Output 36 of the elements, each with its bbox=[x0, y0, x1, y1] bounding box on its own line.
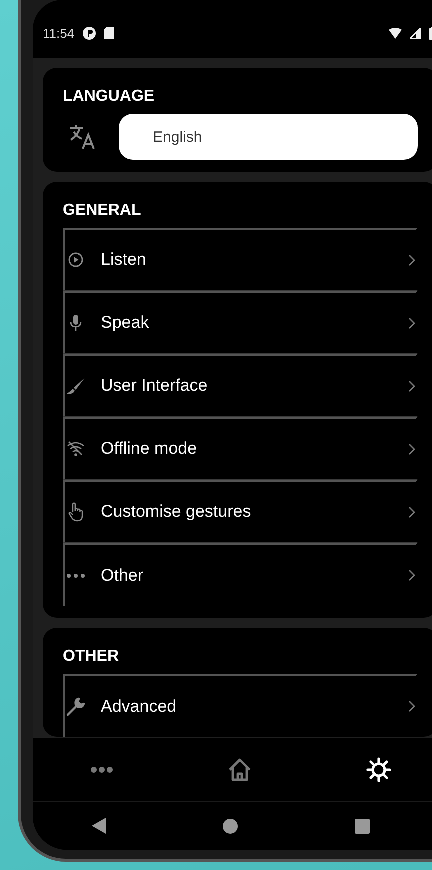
section-title: OTHER bbox=[63, 648, 119, 666]
chevron-icon bbox=[408, 254, 416, 266]
wrench-icon bbox=[66, 696, 86, 716]
back-icon[interactable] bbox=[92, 818, 106, 834]
microphone-icon bbox=[69, 314, 83, 332]
chevron-icon bbox=[408, 569, 416, 582]
wifi-icon bbox=[389, 28, 402, 38]
home-circle-icon[interactable] bbox=[222, 818, 238, 834]
more-dots-icon bbox=[90, 766, 114, 774]
chevron-icon bbox=[408, 442, 416, 456]
settings-item[interactable]: Other bbox=[63, 543, 418, 606]
section-title: LANGUAGE bbox=[63, 88, 155, 106]
settings-item[interactable]: Customise gestures bbox=[63, 480, 418, 543]
sd-card-icon bbox=[104, 27, 114, 39]
play-circle-icon bbox=[68, 252, 84, 268]
chevron-icon bbox=[408, 506, 416, 518]
pointing-hand-icon bbox=[68, 502, 84, 522]
dots-icon bbox=[66, 572, 86, 578]
chevron-icon bbox=[408, 380, 416, 392]
translate-icon bbox=[69, 124, 97, 150]
wifi-off-icon bbox=[67, 441, 85, 457]
settings-item[interactable]: User Interface bbox=[63, 354, 418, 417]
chevron-icon bbox=[408, 316, 416, 330]
brush-icon bbox=[66, 377, 86, 395]
settings-item[interactable]: Listen bbox=[63, 228, 418, 291]
app-notification-icon bbox=[82, 26, 96, 40]
settings-item[interactable]: Speak bbox=[63, 291, 418, 354]
signal-icon bbox=[410, 28, 421, 38]
status-time: 11:54 bbox=[43, 26, 75, 40]
language-field[interactable]: English bbox=[119, 114, 418, 160]
home-icon bbox=[227, 756, 254, 782]
chevron-icon bbox=[408, 700, 416, 713]
section-title: GENERAL bbox=[63, 202, 142, 220]
recents-icon[interactable] bbox=[354, 818, 370, 834]
settings-icon bbox=[366, 756, 392, 782]
settings-item[interactable]: Offline mode bbox=[63, 417, 418, 480]
